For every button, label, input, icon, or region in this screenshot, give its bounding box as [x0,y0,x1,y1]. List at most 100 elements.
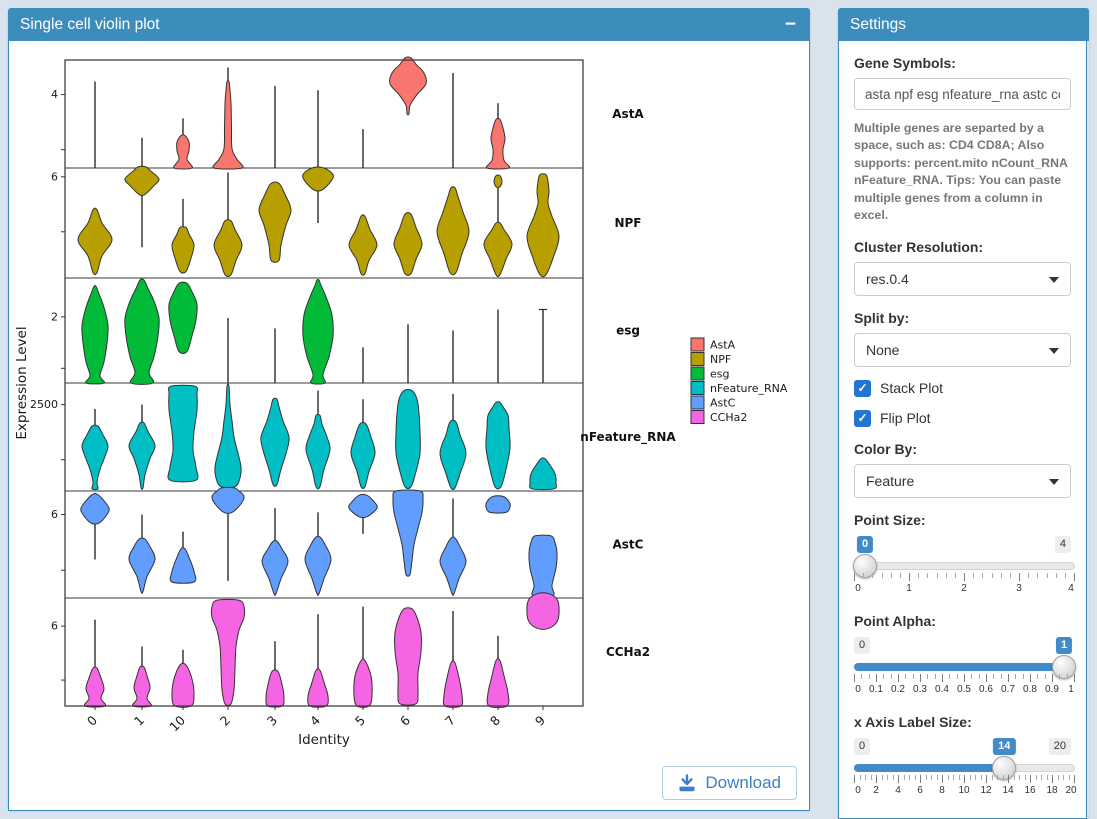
slider-minor-tick [971,674,972,679]
slider-major-tick [854,674,855,682]
y-tick-label: 6 [51,508,58,521]
slider-minor-tick [918,573,919,578]
slider-minor-tick [1023,674,1024,679]
slider-minor-tick [992,573,993,578]
slider-max-badge: 20 [1049,738,1071,755]
slider-grid: 02468101214161820 [854,775,1075,801]
legend-swatch-NPF [691,353,704,366]
slider-minor-tick [970,775,971,780]
slider-minor-tick [893,775,894,780]
slider-major-tick [1052,775,1053,783]
slider-minor-tick [883,674,884,679]
download-button[interactable]: Download [662,766,797,800]
slider-minor-tick [927,573,928,578]
slider-minor-tick [959,775,960,780]
slider-minor-tick [861,674,862,679]
slider-minor-tick [937,775,938,780]
slider-tick-label: 18 [1046,785,1057,796]
slider-minor-tick [926,775,927,780]
violin-CCHa2-6 [395,608,422,705]
slider-grid: 00.10.20.30.40.50.60.70.80.91 [854,674,1075,700]
facet-label-CCHa2: CCHa2 [606,645,650,659]
split-by-select[interactable]: None [854,333,1071,367]
slider-minor-tick [891,573,892,578]
violin-plot-panel: Single cell violin plot − 46225006601102… [8,8,810,810]
slider-tick-label: 0.4 [935,684,949,695]
slider-major-tick [1052,674,1053,682]
slider-minor-tick [975,775,976,780]
slider-point-size-track-area[interactable]: 4001234 [854,535,1071,599]
slider-major-tick [854,775,855,783]
slider-minor-tick [993,674,994,679]
slider-minor-tick [887,775,888,780]
slider-major-tick [964,775,965,783]
legend-label-AstA: AstA [710,339,736,352]
legend-swatch-AstC [691,396,704,409]
y-tick-label: 2500 [30,398,58,411]
color-by-select[interactable]: Feature [854,464,1071,498]
slider-minor-tick [946,573,947,578]
cluster-resolution-select[interactable]: res.0.4 [854,262,1071,296]
slider-tick-label: 12 [980,785,991,796]
gene-symbols-input[interactable] [854,78,1071,110]
slider-minor-tick [872,573,873,578]
slider-minor-tick [1045,674,1046,679]
slider-line[interactable] [854,562,1075,570]
slider-minor-tick [900,573,901,578]
slider-major-tick [909,573,910,581]
slider-minor-tick [931,775,932,780]
slider-tick-label: 3 [1016,583,1022,594]
slider-tick-label: 1 [1068,684,1074,695]
facet-label-NPF: NPF [614,216,641,230]
violin-plot-panel-header: Single cell violin plot − [8,8,810,41]
y-tick-label: 6 [51,170,58,183]
slider-minor-tick [891,674,892,679]
settings-panel-header: Settings [838,8,1089,41]
slider-tick-label: 20 [1065,785,1076,796]
slider-minor-tick [904,775,905,780]
download-icon [678,774,696,792]
slider-minor-tick [1069,775,1070,780]
slider-major-tick [898,674,899,682]
slider-tick-label: 0 [855,583,861,594]
slider-minor-tick [1059,674,1060,679]
slider-point-alpha-track-area[interactable]: 0100.10.20.30.40.50.60.70.80.91 [854,636,1071,700]
slider-x-axis-label-size-track-area[interactable]: 0201402468101214161820 [854,737,1071,801]
slider-minor-tick [860,775,861,780]
legend-label-esg: esg [710,368,729,381]
slider-minor-tick [915,775,916,780]
slider-major-tick [920,775,921,783]
slider-minor-tick [1056,573,1057,578]
slider-minor-tick [982,573,983,578]
slider-tick-label: 0.2 [891,684,905,695]
slider-bar [854,663,1064,671]
slider-minor-tick [1010,573,1011,578]
split-by-label: Split by: [854,310,1071,326]
slider-tick-label: 0.6 [979,684,993,695]
slider-grid: 01234 [854,573,1075,599]
slider-minor-tick [869,674,870,679]
violin-CCHa2-9 [527,593,559,630]
slider-tick-label: 2 [961,583,967,594]
y-tick-label: 2 [51,310,58,323]
flip-plot-checkbox[interactable]: ✓ Flip Plot [854,410,1071,427]
slider-minor-tick [992,775,993,780]
slider-point-size: Point Size:4001234 [854,512,1071,599]
slider-minor-tick [1067,674,1068,679]
slider-major-tick [986,775,987,783]
stack-plot-checkbox[interactable]: ✓ Stack Plot [854,380,1071,397]
slider-tick-label: 0 [855,785,861,796]
slider-minor-tick [1001,674,1002,679]
slider-tick-label: 0.3 [913,684,927,695]
slider-minor-tick [997,775,998,780]
y-tick-label: 6 [51,620,58,633]
slider-major-tick [898,775,899,783]
collapse-button[interactable]: − [783,15,798,34]
y-axis-title: Expression Level [14,326,30,439]
slider-major-tick [942,775,943,783]
x-axis-title: Identity [298,732,350,748]
violin-plot-chart: 462250066011023456789IdentityExpression … [9,41,809,771]
slider-minor-tick [979,674,980,679]
legend-label-AstC: AstC [710,397,736,410]
slider-major-tick [1030,674,1031,682]
